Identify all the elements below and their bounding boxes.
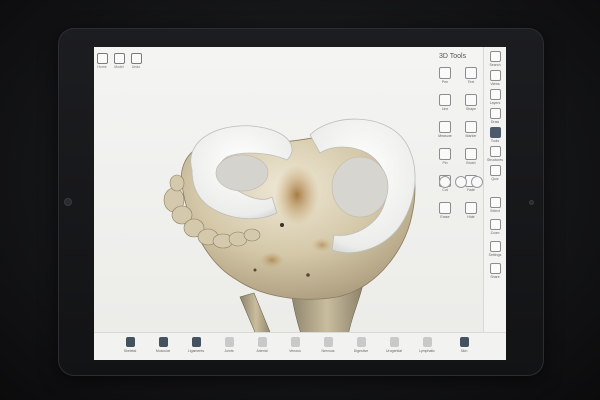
tool-brush[interactable]: Brush bbox=[460, 148, 482, 165]
redo-circle-button[interactable] bbox=[455, 176, 467, 188]
anatomy-systems-bar: Skeletal Muscular Ligaments Joints Arter… bbox=[94, 332, 506, 360]
gear-icon bbox=[489, 241, 501, 252]
draw-icon bbox=[489, 108, 501, 119]
home-icon bbox=[96, 53, 108, 64]
undo-label: Undo bbox=[131, 65, 141, 69]
system-urogenital[interactable]: Urogenital bbox=[384, 337, 404, 353]
system-skeletal[interactable]: Skeletal bbox=[120, 337, 140, 353]
tools-panel-grid: Pen Text Line Shape Measure Marker Pin B… bbox=[434, 67, 484, 219]
undo-circle-button[interactable] bbox=[439, 176, 451, 188]
medial-articular-surface bbox=[215, 154, 269, 192]
sidebar-item-views[interactable]: Views bbox=[488, 70, 502, 86]
tool-erase[interactable]: Erase bbox=[434, 202, 456, 219]
skeleton-icon bbox=[125, 337, 135, 347]
top-left-toolbar: Home Model Undo bbox=[96, 53, 142, 69]
fibula-bone bbox=[239, 292, 273, 337]
right-sidebar: Search Views Layers Draw Tools Structure… bbox=[483, 47, 506, 360]
sidebar-item-settings[interactable]: Settings bbox=[488, 241, 502, 257]
model-label: Model bbox=[114, 65, 124, 69]
app-screen: Home Model Undo 3D Tools Pen Text Line S… bbox=[94, 47, 506, 360]
erase-icon bbox=[439, 202, 451, 214]
person-icon bbox=[113, 53, 125, 64]
system-skin[interactable]: Skin bbox=[454, 337, 474, 353]
muscle-icon bbox=[158, 337, 168, 347]
line-icon bbox=[439, 94, 451, 106]
hide-icon bbox=[465, 202, 477, 214]
tool-pin[interactable]: Pin bbox=[434, 148, 456, 165]
cursor-icon bbox=[489, 197, 501, 208]
shape-icon bbox=[465, 94, 477, 106]
system-venous[interactable]: Venous bbox=[285, 337, 305, 353]
layers-icon bbox=[489, 89, 501, 100]
reset-circle-button[interactable] bbox=[471, 176, 483, 188]
brush-icon bbox=[465, 148, 477, 160]
system-arterial[interactable]: Arterial bbox=[252, 337, 272, 353]
system-joints[interactable]: Joints bbox=[219, 337, 239, 353]
anatomy-model-viewport[interactable] bbox=[122, 75, 442, 337]
marker-icon bbox=[465, 121, 477, 133]
views-icon bbox=[489, 70, 501, 81]
tool-hide[interactable]: Hide bbox=[460, 202, 482, 219]
quiz-icon bbox=[489, 165, 501, 176]
cube-3d-icon bbox=[489, 127, 501, 138]
sidebar-item-tools[interactable]: Tools bbox=[488, 127, 502, 143]
system-muscular[interactable]: Muscular bbox=[153, 337, 173, 353]
pin-icon bbox=[439, 148, 451, 160]
digestive-icon bbox=[356, 337, 366, 347]
share-icon bbox=[489, 263, 501, 274]
front-camera bbox=[64, 198, 72, 206]
sidebar-item-select[interactable]: Select bbox=[488, 197, 502, 213]
lateral-articular-surface bbox=[331, 156, 389, 218]
pen-icon bbox=[439, 67, 451, 79]
home-label: Home bbox=[97, 65, 107, 69]
urogenital-icon bbox=[389, 337, 399, 347]
sidebar-item-share[interactable]: Share bbox=[488, 263, 502, 279]
system-nervous[interactable]: Nervous bbox=[318, 337, 338, 353]
home-button[interactable]: Home bbox=[96, 53, 108, 69]
tool-pen[interactable]: Pen bbox=[434, 67, 456, 84]
sidebar-item-draw[interactable]: Draw bbox=[488, 108, 502, 124]
search-icon bbox=[489, 51, 501, 62]
sidebar-item-zoom[interactable]: Zoom bbox=[488, 219, 502, 235]
body-icon bbox=[459, 337, 469, 347]
system-ligaments[interactable]: Ligaments bbox=[186, 337, 206, 353]
tool-text[interactable]: Text bbox=[460, 67, 482, 84]
tools-panel-title: 3D Tools bbox=[439, 53, 467, 60]
sidebar-item-layers[interactable]: Layers bbox=[488, 89, 502, 105]
joint-icon bbox=[224, 337, 234, 347]
tool-line[interactable]: Line bbox=[434, 94, 456, 111]
model-button[interactable]: Model bbox=[113, 53, 125, 69]
system-lymphatic[interactable]: Lymphatic bbox=[417, 337, 437, 353]
artery-icon bbox=[257, 337, 267, 347]
sidebar-item-search[interactable]: Search bbox=[488, 51, 502, 67]
undo-button[interactable]: Undo bbox=[130, 53, 142, 69]
ligament-icon bbox=[191, 337, 201, 347]
text-icon bbox=[465, 67, 477, 79]
tool-measure[interactable]: Measure bbox=[434, 121, 456, 138]
home-sensor bbox=[529, 200, 534, 205]
system-digestive[interactable]: Digestive bbox=[351, 337, 371, 353]
zoom-icon bbox=[489, 219, 501, 230]
undo-icon bbox=[130, 53, 142, 64]
measure-icon bbox=[439, 121, 451, 133]
vein-icon bbox=[290, 337, 300, 347]
tool-marker[interactable]: Marker bbox=[460, 121, 482, 138]
lymph-icon bbox=[422, 337, 432, 347]
sidebar-item-structures[interactable]: Structures bbox=[487, 146, 503, 162]
nerve-icon bbox=[323, 337, 333, 347]
structures-icon bbox=[489, 146, 501, 157]
sidebar-item-quiz[interactable]: Quiz bbox=[488, 165, 502, 181]
tool-shape[interactable]: Shape bbox=[460, 94, 482, 111]
